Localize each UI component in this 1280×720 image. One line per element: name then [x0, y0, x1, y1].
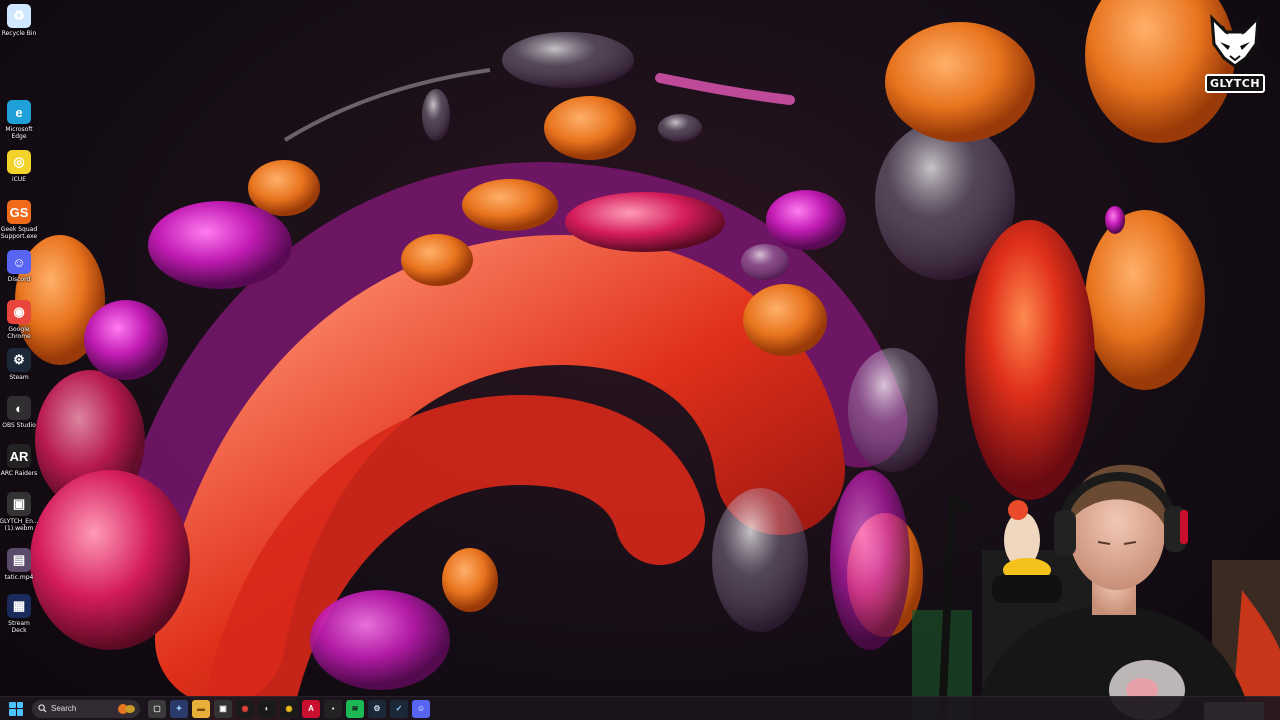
taskbar-file-explorer-icon[interactable]: ▬: [192, 699, 210, 718]
glytch-file-icon: ▣: [7, 492, 31, 516]
desktop-icon-label: GLYTCH_En... (1).webm: [0, 518, 39, 532]
desktop-icon-google-chrome[interactable]: ◉ Google Chrome: [0, 300, 38, 340]
fox-logo-icon: [1210, 14, 1260, 68]
channel-name: GLYTCH: [1204, 74, 1266, 93]
webcam-overlay: [912, 440, 1280, 720]
discord-icon: ☺: [7, 250, 31, 274]
geek-squad-icon: GS: [7, 200, 31, 224]
taskbar-search-box[interactable]: Search: [32, 699, 140, 718]
taskbar-task-view-icon[interactable]: ▢: [148, 699, 166, 718]
start-button[interactable]: [9, 701, 23, 716]
desktop-icon-label: Google Chrome: [7, 326, 31, 340]
taskbar-chrome-2-icon[interactable]: ◉: [280, 699, 298, 718]
desktop-icon-static-video[interactable]: ▤ tatic.mp4: [0, 548, 38, 581]
desktop-icon-label: iCUE: [11, 176, 27, 183]
desktop-icon-label: Geek Squad Support.exe: [0, 226, 38, 240]
desktop-icon-icue[interactable]: ◎ iCUE: [0, 150, 38, 183]
channel-logo: GLYTCH: [1203, 14, 1267, 100]
desktop-icon-label: Steam: [9, 374, 29, 381]
icue-icon: ◎: [7, 150, 31, 174]
taskbar-adobe-icon[interactable]: A: [302, 699, 320, 718]
desktop-icon-label: Discord: [7, 276, 31, 283]
taskbar-app-list: ▢ ✦ ▬ ▣ ◉ ◐ ◉ A ▪ ≋ ⚙ ✓ ☺: [144, 699, 430, 718]
desktop-icon-microsoft-edge[interactable]: e Microsoft Edge: [0, 100, 38, 140]
desktop-icon-column: ♻ Recycle Bin e Microsoft Edge ◎ iCUE GS Geek S…: [0, 0, 40, 700]
desktop-icon-label: ARC Raiders: [0, 470, 38, 477]
desktop-icon-stream-deck[interactable]: ▦ Stream Deck: [0, 594, 38, 634]
microsoft-edge-icon: e: [7, 100, 31, 124]
desktop-icon-recycle-bin[interactable]: ♻ Recycle Bin: [0, 4, 38, 37]
stream-deck-icon: ▦: [7, 594, 31, 618]
desktop-icon-discord[interactable]: ☺ Discord: [0, 250, 38, 283]
desktop-icon-label: Stream Deck: [8, 620, 30, 634]
taskbar-camera-icon[interactable]: ▪: [324, 699, 342, 718]
desktop-icon-obs-studio[interactable]: ◐ OBS Studio: [0, 396, 38, 429]
desktop-icon-label: OBS Studio: [2, 422, 36, 429]
desktop-icon-label: Microsoft Edge: [5, 126, 33, 140]
taskbar-obs-icon[interactable]: ◐: [258, 699, 276, 718]
taskbar-discord-app-icon[interactable]: ☺: [412, 699, 430, 718]
google-chrome-icon: ◉: [7, 300, 31, 324]
desktop-icon-label: tatic.mp4: [4, 574, 34, 581]
search-placeholder: Search: [51, 704, 77, 713]
taskbar-app-extra-icon[interactable]: ✓: [390, 699, 408, 718]
search-highlight-icon: [118, 703, 135, 714]
desktop-icon-glytch-file[interactable]: ▣ GLYTCH_En... (1).webm: [0, 492, 39, 532]
taskbar-store-icon[interactable]: ▣: [214, 699, 232, 718]
static-video-icon: ▤: [7, 548, 31, 572]
desktop-icon-arc-raiders[interactable]: AR ARC Raiders: [0, 444, 38, 477]
desktop-icon-steam[interactable]: ⚙ Steam: [0, 348, 38, 381]
steam-icon: ⚙: [7, 348, 31, 372]
taskbar-steam-app-icon[interactable]: ⚙: [368, 699, 386, 718]
desktop-icon-label: Recycle Bin: [1, 30, 37, 37]
desktop-icon-geek-squad[interactable]: GS Geek Squad Support.exe: [0, 200, 38, 240]
taskbar: Search ▢ ✦ ▬ ▣ ◉ ◐ ◉ A ▪ ≋ ⚙ ✓ ☺: [0, 696, 1280, 720]
taskbar-spotify-icon[interactable]: ≋: [346, 699, 364, 718]
taskbar-chrome-icon[interactable]: ◉: [236, 699, 254, 718]
arc-raiders-icon: AR: [7, 444, 31, 468]
taskbar-copilot-icon[interactable]: ✦: [170, 699, 188, 718]
recycle-bin-icon: ♻: [7, 4, 31, 28]
search-icon: [38, 704, 47, 713]
obs-studio-icon: ◐: [7, 396, 31, 420]
